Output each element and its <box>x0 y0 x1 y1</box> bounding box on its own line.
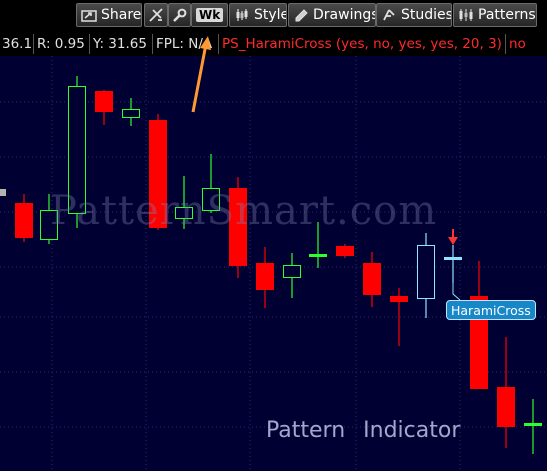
study-trailing-label[interactable]: no <box>506 34 547 54</box>
style-button[interactable]: Style <box>229 3 287 27</box>
style-label: Style <box>254 7 287 23</box>
share-button[interactable]: Share <box>76 3 142 27</box>
candle-body <box>122 109 140 118</box>
info-value: 36.1 <box>2 34 34 54</box>
patterns-button[interactable]: Patterns <box>453 3 537 27</box>
share-icon <box>81 10 97 22</box>
label-connector <box>452 283 461 301</box>
drawings-button[interactable]: Drawings <box>288 3 376 27</box>
info-r-value: R: 0.95 <box>34 34 90 54</box>
wrench-button[interactable] <box>168 3 191 27</box>
price-chart[interactable]: PatternSmart.com HaramiCross Pattern Indi… <box>0 56 547 471</box>
candle-body <box>524 423 542 426</box>
harami-cross-label: HaramiCross <box>446 300 536 320</box>
candle-body <box>256 263 274 290</box>
studies-button[interactable]: Studies <box>376 3 452 27</box>
candle-body <box>283 265 301 278</box>
watermark: PatternSmart.com <box>50 188 438 234</box>
wk-period-button[interactable]: Wk <box>191 3 228 27</box>
caption-word-pattern: Pattern <box>266 418 346 443</box>
candle-body <box>497 387 515 427</box>
style-icon <box>236 9 248 21</box>
drawing-tools-button[interactable] <box>144 3 168 27</box>
studies-icon <box>383 9 395 21</box>
candlestick-chart[interactable] <box>0 56 547 471</box>
caption-word-indicator: Indicator <box>363 418 461 443</box>
drawings-label: Drawings <box>313 7 376 23</box>
candle-body <box>336 246 354 256</box>
signal-arrow-icon <box>448 237 458 245</box>
studies-label: Studies <box>401 7 452 23</box>
candle-body <box>444 257 462 260</box>
info-y-value: Y: 31.65 <box>90 34 153 54</box>
chart-info-bar: 36.1 R: 0.95 Y: 31.65 FPL: N/A PS_Harami… <box>0 32 547 56</box>
share-label: Share <box>101 7 142 23</box>
candle-body <box>363 263 381 295</box>
chart-caption: Pattern Indicator <box>266 418 460 443</box>
drawing-tools-icon <box>149 8 163 22</box>
candle-body <box>309 254 327 257</box>
wk-label: Wk <box>196 8 224 22</box>
info-fpl-value: FPL: N/A <box>153 34 219 54</box>
toolbar: Share Wk Style Drawings Studies Patterns <box>0 0 547 32</box>
drawings-icon <box>295 9 308 22</box>
patterns-icon <box>459 9 473 21</box>
patterns-label: Patterns <box>478 7 536 23</box>
candle-body <box>15 203 33 238</box>
candle-body <box>390 296 408 302</box>
left-price-marker <box>0 189 6 196</box>
wrench-icon <box>173 8 187 22</box>
candle-body <box>95 91 113 112</box>
study-label[interactable]: PS_HaramiCross (yes, no, yes, yes, 20, 3… <box>219 34 506 54</box>
candle-body <box>417 245 435 299</box>
